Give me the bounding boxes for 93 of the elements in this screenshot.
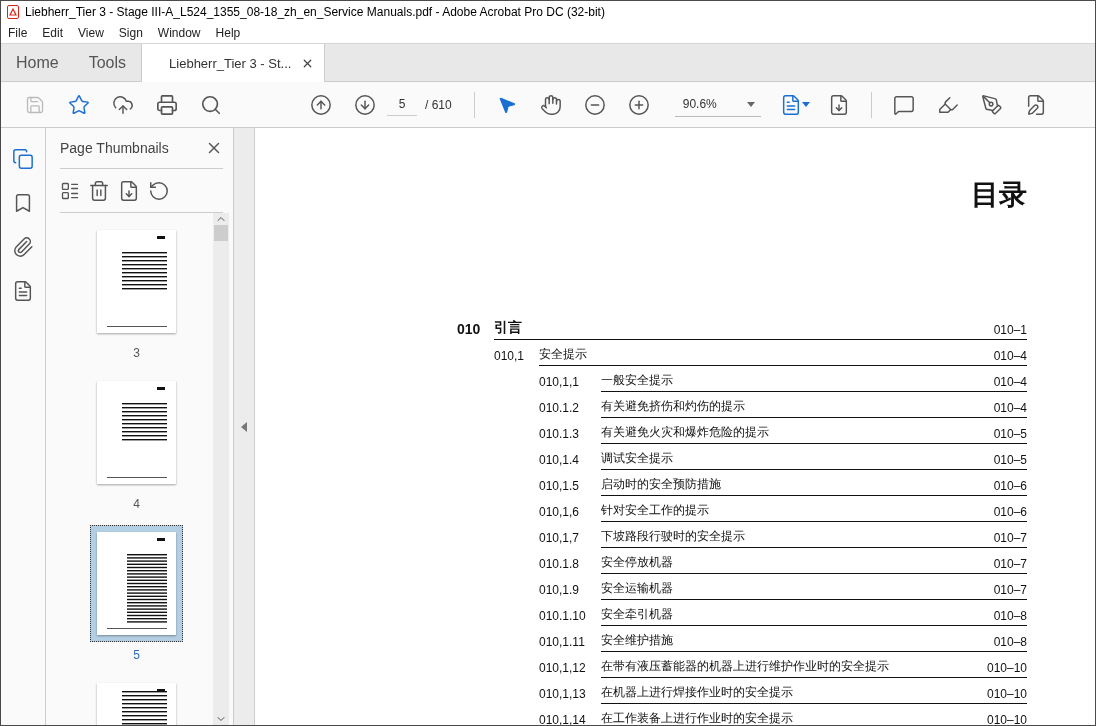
page-total: / 610 — [425, 97, 452, 112]
toc-number: 010,1.9 — [539, 582, 581, 599]
toc-page-number: 010–8 — [993, 609, 1027, 623]
toc-title[interactable]: 安全维护措施 — [601, 632, 673, 649]
toc-page-number: 010–5 — [993, 427, 1027, 441]
zoom-field[interactable]: 90.6% — [674, 92, 761, 117]
options-icon[interactable] — [60, 180, 80, 201]
toc-page-number: 010–10 — [986, 687, 1027, 701]
pen-nib-icon — [980, 93, 1003, 116]
toc-title[interactable]: 安全提示 — [539, 346, 587, 363]
collapse-panel-handle[interactable] — [233, 128, 255, 725]
menu-item[interactable]: Edit — [42, 25, 64, 40]
toc-page-number: 010–1 — [993, 323, 1027, 337]
toc-page-number: 010–6 — [993, 479, 1027, 493]
panel-title: Page Thumbnails — [60, 140, 169, 156]
toc-title[interactable]: 一般安全提示 — [601, 372, 673, 389]
toc-title[interactable]: 引言 — [494, 319, 522, 337]
toc-number: 010,1.11 — [539, 634, 586, 651]
printer-icon — [156, 93, 178, 116]
toc-title[interactable]: 调试安全提示 — [601, 450, 673, 467]
page-label: 4 — [133, 497, 140, 511]
cloud-upload-icon — [112, 93, 134, 116]
toc-number: 010,1.4 — [539, 452, 581, 469]
tab[interactable]: Tools — [73, 44, 142, 81]
toc-number: 010,1 — [494, 348, 526, 365]
toc-title[interactable]: 安全运输机器 — [601, 580, 673, 597]
toc-title[interactable]: 在工作装备上进行作业时的安全提示 — [601, 710, 793, 725]
toc-title[interactable]: 有关避免挤伤和灼伤的提示 — [601, 398, 745, 415]
menu-item[interactable]: Help — [215, 25, 241, 40]
toc-number: 010,1.5 — [539, 478, 581, 495]
tab[interactable]: Home — [1, 44, 74, 81]
toc-page-number: 010–6 — [993, 505, 1027, 519]
speech-bubble-icon — [892, 93, 915, 116]
toc-title[interactable]: 下坡路段行驶时的安全提示 — [601, 528, 745, 545]
menu-item[interactable]: Sign — [118, 25, 143, 40]
toc-title[interactable]: 在带有液压蓄能器的机器上进行维护作业时的安全提示 — [601, 658, 889, 675]
toc-title[interactable]: 启动时的安全预防措施 — [601, 476, 721, 493]
toc-number: 010,1,13 — [539, 686, 587, 703]
toc-page-number: 010–10 — [986, 661, 1027, 675]
toc-page-number: 010–4 — [993, 375, 1027, 389]
toc-number: 010,1,1 — [539, 374, 581, 391]
trash-icon[interactable] — [88, 179, 110, 202]
toc-page-number: 010–7 — [993, 557, 1027, 571]
toc-page-number: 010–4 — [993, 349, 1027, 363]
toc-title[interactable]: 有关避免火灾和爆炸危险的提示 — [601, 424, 769, 441]
page-label: 3 — [133, 346, 140, 360]
arrow-down-icon — [354, 93, 376, 116]
toc-number: 010.1.10 — [539, 608, 587, 625]
minus-icon — [583, 93, 606, 116]
star-icon — [68, 93, 90, 116]
toc-number: 010,1,14 — [539, 712, 587, 725]
toc-number: 010 — [457, 320, 482, 339]
tab[interactable]: Liebherr_Tier 3 - St... — [141, 44, 326, 82]
app-logo-icon — [7, 4, 19, 19]
paperclip-icon[interactable] — [12, 236, 34, 258]
caret-icon — [801, 102, 810, 107]
toc-number: 010.1.3 — [539, 426, 581, 443]
toc-page-number: 010–4 — [993, 401, 1027, 415]
plus-icon — [627, 93, 650, 116]
insert-page-icon[interactable] — [118, 179, 140, 202]
toc-page-number: 010–8 — [993, 635, 1027, 649]
toc-title[interactable]: 针对安全工作的提示 — [601, 502, 709, 519]
page-number-field[interactable]: 5 — [387, 93, 417, 116]
left-arrow-icon — [241, 421, 247, 432]
page-label: 5 — [133, 648, 140, 662]
caret-icon — [746, 101, 755, 107]
pages-icon[interactable] — [12, 148, 34, 170]
toc-number: 010.1.8 — [539, 556, 581, 573]
page-heading: 目录 — [970, 178, 1027, 208]
toc-title[interactable]: 安全停放机器 — [601, 554, 673, 571]
rotate-icon[interactable] — [148, 179, 170, 202]
document-icon[interactable] — [12, 280, 34, 302]
page-thumbnail[interactable] — [90, 525, 183, 642]
toc-title[interactable]: 在机器上进行焊接作业时的安全提示 — [601, 684, 793, 701]
toc-number: 010,1,7 — [539, 530, 581, 547]
menu-item[interactable]: Window — [157, 25, 201, 40]
scrollbar[interactable] — [213, 213, 229, 725]
toc-number: 010,1,6 — [539, 504, 581, 521]
toc-number: 010,1,12 — [539, 660, 587, 677]
arrow-up-icon — [310, 93, 332, 116]
menu-item[interactable]: View — [78, 25, 104, 40]
save-icon — [25, 94, 45, 115]
toc-page-number: 010–5 — [993, 453, 1027, 467]
toc-number: 010.1.2 — [539, 400, 581, 417]
scroll-thumb[interactable] — [214, 225, 228, 241]
toc-page-number: 010–7 — [993, 583, 1027, 597]
window-title: Liebherr_Tier 3 - Stage III-A_L524_1355_08-18_zh_en_Service Manuals.pdf - Adobe Acrobat Pro DC (32-bit) — [25, 4, 605, 19]
hand-icon — [539, 93, 562, 116]
search-icon — [200, 93, 222, 116]
toc-page-number: 010–7 — [993, 531, 1027, 545]
menu-item[interactable]: File — [8, 25, 28, 40]
toc-title[interactable]: 安全牵引机器 — [601, 606, 673, 623]
toc-page-number: 010–10 — [986, 713, 1027, 725]
